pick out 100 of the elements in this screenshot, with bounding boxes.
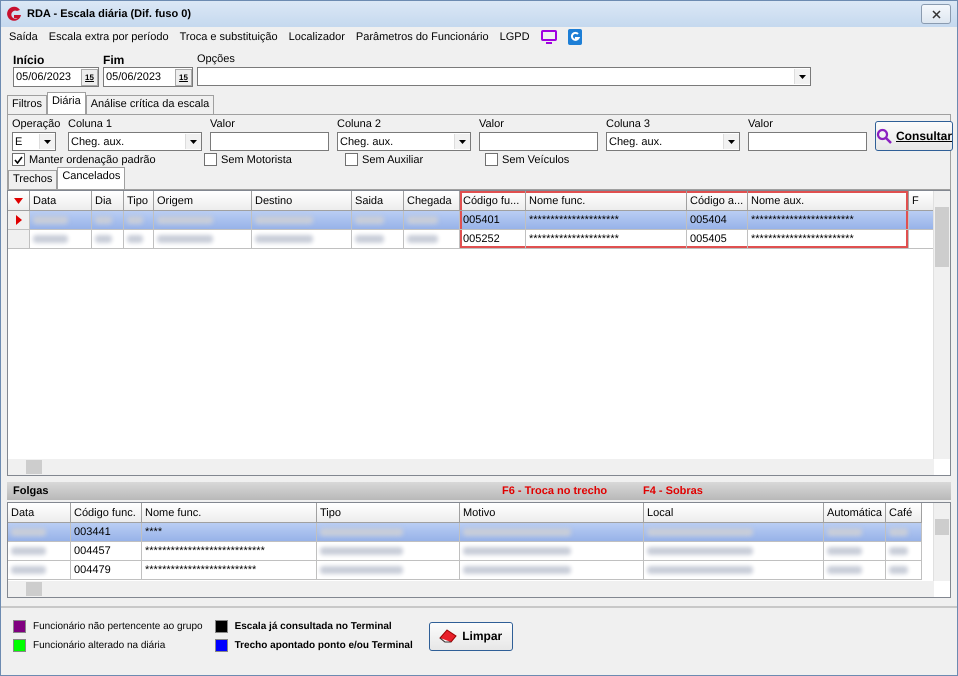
table-cell: ************************** [142,561,317,580]
column-header[interactable]: Tipo [124,191,154,211]
menu-item[interactable]: Parâmetros do Funcionário [356,31,489,43]
table-cell: **************************** [142,542,317,561]
column-header[interactable]: Dia [92,191,124,211]
calendar-button[interactable]: 15 [81,68,98,86]
column-header[interactable]: Motivo [460,503,644,523]
blurred-text [33,235,68,244]
blurred-text [157,216,214,224]
table-cell: ********************* [526,211,687,230]
column-header[interactable]: Nome func. [142,503,317,523]
column-header[interactable]: Destino [252,191,352,211]
column-header[interactable]: Data [8,503,71,523]
blurred-text [355,235,384,244]
checkbox-label: Sem Motorista [221,154,292,166]
checkbox-label: Sem Auxiliar [362,154,424,166]
date-field[interactable]: 05/06/2023 15 [13,67,99,87]
checkbox-label: Manter ordenação padrão [29,154,156,166]
field-label: Coluna 2 [337,118,382,130]
column-header[interactable]: Nome aux. [748,191,909,211]
current-row-icon [16,215,22,225]
operation-dropdown[interactable]: E [12,132,56,151]
blurred-text [889,566,908,574]
menu-item[interactable]: Escala extra por período [48,31,169,43]
tab[interactable]: Análise crítica da escala [86,95,214,114]
column-header[interactable]: Automática [824,503,886,523]
menu-item[interactable]: Localizador [288,31,345,43]
value-field[interactable] [748,132,867,151]
blurred-text [11,566,46,574]
search-icon [876,128,892,144]
blurred-text [827,566,862,574]
column-header[interactable]: Local [644,503,824,523]
blurred-text [11,547,46,556]
tab[interactable]: Diária [46,92,86,114]
column-header[interactable]: Nome func. [526,191,687,211]
date-field[interactable]: 05/06/2023 15 [103,67,193,87]
blurred-text [127,235,143,244]
column-header[interactable]: Data [30,191,92,211]
column-header[interactable]: Café [886,503,922,523]
limpar-button[interactable]: Limpar [428,622,513,650]
blurred-text [889,528,908,536]
blurred-text [95,216,112,224]
horizontal-scrollbar[interactable] [8,459,934,475]
horizontal-scrollbar[interactable] [8,581,934,597]
table-row[interactable]: 005401 ********************* 005404 ************************ [8,211,934,230]
dropdown-arrow-icon [459,140,466,144]
shortcut-hint: F4 - Sobras [643,485,703,497]
blurred-text [355,216,384,224]
close-button[interactable] [921,4,951,24]
table-cell: 005405 [687,230,748,249]
table-cell: 004457 [71,542,142,561]
value-field[interactable] [210,132,329,151]
table-row[interactable]: 004479 ************************** [8,561,922,580]
column-header[interactable]: Saida [352,191,404,211]
column-header[interactable]: Origem [154,191,252,211]
blurred-text [33,216,68,224]
value-field[interactable] [479,132,598,151]
options-dropdown[interactable] [197,67,811,86]
column-header[interactable]: Código func. [71,503,142,523]
checkbox[interactable] [485,153,498,166]
column-header[interactable]: Código fu... [460,191,526,211]
date-label: Fim [103,53,126,67]
vertical-scrollbar[interactable] [933,503,950,581]
tab[interactable]: Cancelados [57,167,126,189]
vertical-scrollbar[interactable] [933,191,950,459]
tab[interactable]: Trechos [8,170,58,189]
checkbox[interactable] [12,153,25,166]
blurred-text [889,547,908,556]
checkbox[interactable] [345,153,358,166]
table-cell: ********************* [526,230,687,249]
tab[interactable]: Filtros [7,95,47,114]
monitor-icon[interactable] [540,30,557,44]
consultar-button[interactable]: Consultar [875,121,954,151]
dropdown-arrow-icon [799,74,806,78]
calendar-button[interactable]: 15 [175,68,192,86]
options-label: Opções [197,53,236,67]
section-title: Folgas [13,485,48,497]
table-row[interactable]: 005252 ********************* 005405 ************************ [8,230,934,249]
column-dropdown[interactable]: Cheg. aux. [68,132,202,151]
column-header[interactable]: Tipo [317,503,460,523]
column-header[interactable]: Código a... [687,191,748,211]
table-row[interactable]: 003441 **** [8,523,922,542]
blurred-text [11,528,46,536]
table-cell: ************************ [748,211,909,230]
table-cell: **** [142,523,317,542]
menu-item[interactable]: LGPD [500,31,530,43]
table-row[interactable]: 004457 **************************** [8,542,922,561]
table-cell: 005252 [460,230,526,249]
column-dropdown[interactable]: Cheg. aux. [606,132,740,151]
menu-item[interactable]: Saída [9,31,38,43]
checkbox[interactable] [204,153,217,166]
menu-item[interactable]: Troca e substituição [180,31,278,43]
dropdown-arrow-icon [190,140,197,144]
close-icon [932,10,940,18]
checkbox-label: Sem Veículos [502,154,570,166]
column-header[interactable]: F [909,191,934,211]
column-header[interactable]: Chegada [404,191,460,211]
column-dropdown[interactable]: Cheg. aux. [337,132,471,151]
sort-arrow-icon[interactable] [14,198,23,204]
app-logo-icon[interactable] [568,29,582,45]
